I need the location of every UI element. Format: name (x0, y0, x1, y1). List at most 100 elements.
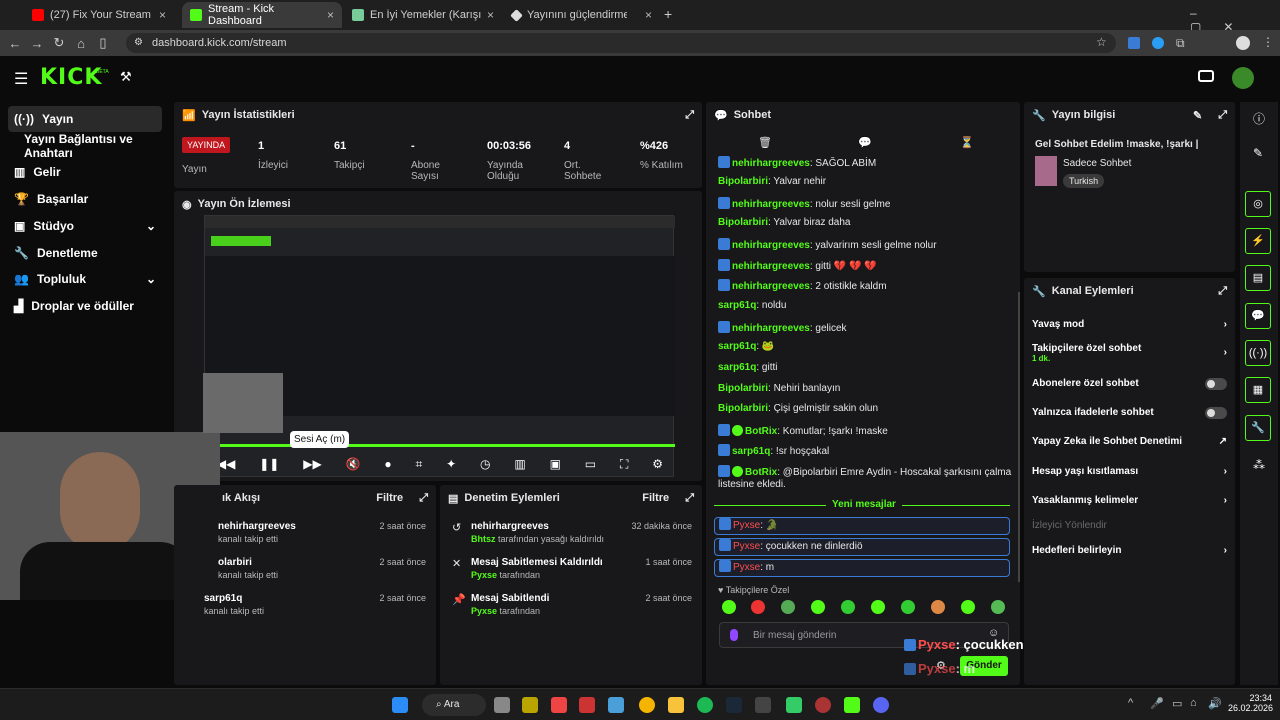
emote-icon[interactable] (961, 600, 975, 614)
app-icon[interactable] (551, 697, 567, 713)
popout-icon[interactable]: ⤢ (685, 492, 694, 505)
stats-icon[interactable]: ▥ (514, 457, 525, 471)
network-tray-icon[interactable]: ⌂ (1190, 697, 1197, 709)
volume-tray-icon[interactable]: 🔊 (1208, 697, 1222, 710)
action-account-age[interactable]: Hesap yaşı kısıtlaması › (1032, 466, 1227, 477)
chat-username[interactable]: BotRix (745, 426, 777, 437)
chat-username[interactable]: Pyxse (733, 541, 760, 552)
mute-icon[interactable]: 🔇 (346, 457, 361, 471)
close-icon[interactable]: × (327, 8, 334, 22)
popout-icon[interactable]: ⤢ (1218, 285, 1227, 298)
emotes-only-toggle[interactable] (1205, 406, 1227, 419)
chat-username[interactable]: BotRix (745, 467, 777, 478)
chat-username[interactable]: nehirhargreeves (732, 281, 810, 292)
sidebar-item-drops[interactable]: ▟ Droplar ve ödüller (8, 293, 162, 319)
obs-icon[interactable] (815, 697, 831, 713)
emote-icon[interactable] (811, 600, 825, 614)
pip-icon[interactable]: ▣ (550, 457, 561, 471)
tray-chevron-icon[interactable]: ^ (1128, 697, 1133, 709)
reload-icon[interactable]: ↻ (48, 35, 70, 51)
rail-button-chat[interactable]: 💬 (1245, 303, 1271, 329)
browser-tab[interactable]: (27) Fix Your Stream Delay - OB × (24, 2, 174, 28)
chat-username[interactable]: nehirhargreeves (732, 158, 810, 169)
clock[interactable]: 23:34 26.02.2026 (1228, 693, 1273, 713)
popout-icon[interactable]: ⤢ (419, 492, 428, 505)
sidebar-item-stream[interactable]: ((·)) Yayın (8, 106, 162, 132)
app-icon[interactable] (579, 697, 595, 713)
video-player[interactable]: ◀◀ ❚❚ ▶▶ 🔇 ● ⌗ ✦ ◷ ▥ ▣ ▭ ⛶ ⚙ (204, 215, 675, 477)
action-goals[interactable]: Hedefleri belirleyin › (1032, 545, 1227, 556)
chat-username[interactable]: nehirhargreeves (732, 261, 810, 272)
emote-icon[interactable] (901, 600, 915, 614)
sparkle-icon[interactable]: ✦ (446, 457, 456, 471)
creator-tools-icon[interactable]: ⚒ (120, 69, 132, 85)
progress-bar[interactable] (205, 444, 675, 447)
browser-tab[interactable]: Yayınını güçlendirmek için × (504, 2, 660, 28)
subscribers-only-toggle[interactable] (1205, 377, 1227, 390)
chrome-icon[interactable] (639, 697, 655, 713)
emote-icon[interactable] (781, 600, 795, 614)
sidebar-item-community[interactable]: 👥 Topluluk ⌄ (8, 266, 162, 292)
new-tab-button[interactable]: + (664, 6, 672, 22)
kick-icon[interactable] (844, 697, 860, 713)
fullscreen-icon[interactable]: ⛶ (620, 457, 628, 472)
user-avatar[interactable] (1232, 67, 1254, 89)
mic-tray-icon[interactable]: 🎤 (1150, 697, 1164, 710)
crop-icon[interactable]: ⌗ (415, 457, 422, 472)
preview-icon[interactable] (1198, 70, 1214, 82)
emote-icon[interactable] (871, 600, 885, 614)
extensions-icon[interactable]: ⧉ (1176, 36, 1185, 51)
rail-button-document[interactable]: ▤ (1245, 265, 1271, 291)
action-followers-only[interactable]: Takipçilere özel sohbet 1 dk. › (1032, 343, 1227, 363)
close-icon[interactable]: × (159, 8, 166, 22)
extension-icon[interactable] (1128, 37, 1140, 49)
shapes-icon[interactable]: ⁂ (1253, 458, 1265, 472)
trash-icon[interactable]: 🗑 (758, 136, 772, 149)
action-banned-words[interactable]: Yasaklanmış kelimeler › (1032, 495, 1227, 506)
display-tray-icon[interactable]: ▭ (1172, 697, 1182, 710)
rail-button-media[interactable]: ▦ (1245, 377, 1271, 403)
filter-button[interactable]: Filtre (376, 492, 403, 504)
filter-button[interactable]: Filtre (642, 492, 669, 504)
action-ai-moderation[interactable]: Yapay Zeka ile Sohbet Denetimi ↗ (1032, 436, 1227, 447)
rail-button-broadcast[interactable]: ((·)) (1245, 340, 1271, 366)
start-icon[interactable] (392, 697, 408, 713)
chat-username[interactable]: sarp61q (718, 300, 756, 311)
emote-icon[interactable] (841, 600, 855, 614)
forward-icon[interactable]: ▶▶ (303, 457, 321, 471)
emote-icon[interactable] (991, 600, 1005, 614)
action-slow-mode[interactable]: Yavaş mod › (1032, 319, 1227, 330)
home-icon[interactable]: ⌂ (70, 36, 92, 51)
kick-logo[interactable]: KICK (40, 65, 102, 90)
mic-icon[interactable] (730, 629, 738, 641)
app-icon[interactable] (522, 697, 538, 713)
chat-username[interactable]: Bipolarbiri (718, 403, 768, 414)
terminal-icon[interactable] (755, 697, 771, 713)
chat-username[interactable]: Pyxse (733, 562, 760, 573)
chat-username[interactable]: sarp61q (718, 341, 756, 352)
app-icon[interactable] (786, 697, 802, 713)
chat-username[interactable]: Bipolarbiri (718, 217, 768, 228)
emote-icon[interactable] (931, 600, 945, 614)
spotify-icon[interactable] (697, 697, 713, 713)
category-name[interactable]: Sadece Sohbet (1063, 158, 1131, 169)
rail-button-camera[interactable]: ◎ (1245, 191, 1271, 217)
sidebar-item-moderation[interactable]: 🔧 Denetleme (8, 240, 162, 266)
speed-icon[interactable]: ◷ (480, 457, 490, 471)
chat-username[interactable]: nehirhargreeves (732, 199, 810, 210)
pause-icon[interactable]: ❚❚ (259, 457, 279, 471)
chat-username[interactable]: Pyxse (733, 520, 760, 531)
close-icon[interactable]: × (645, 8, 652, 22)
hourglass-icon[interactable]: ⏳ (960, 136, 974, 149)
profile-avatar[interactable] (1236, 36, 1250, 50)
chat-username[interactable]: nehirhargreeves (732, 240, 810, 251)
taskbar-search[interactable]: ⌕ Ara (422, 694, 486, 716)
chat-username[interactable]: sarp61q (718, 362, 756, 373)
action-emotes-only[interactable]: Yalnızca ifadelerle sohbet (1032, 406, 1227, 419)
sidebar-item-studio[interactable]: ▣ Stüdyo ⌄ (8, 213, 162, 239)
info-icon[interactable]: ⓘ (1253, 110, 1265, 127)
steam-icon[interactable] (726, 697, 742, 713)
action-subscribers-only[interactable]: Abonelere özel sohbet (1032, 377, 1227, 390)
forward-icon[interactable]: → (26, 36, 48, 51)
sidebar-item-revenue[interactable]: ▥ Gelir (8, 159, 162, 185)
